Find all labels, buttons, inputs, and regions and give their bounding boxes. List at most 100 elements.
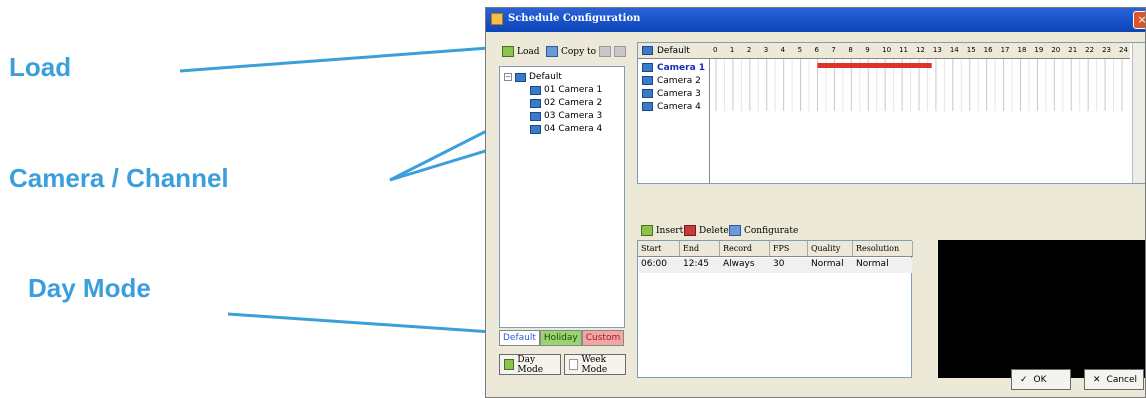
table-cell: Normal: [811, 259, 844, 269]
camera-tree[interactable]: − Default 01 Camera 1 02 Camera 2 03 Cam…: [499, 66, 625, 328]
schedule-header-label: Default: [657, 45, 690, 56]
delete-button[interactable]: Delete: [684, 225, 729, 236]
group-icon: [515, 72, 526, 82]
grid-icon: [642, 46, 653, 55]
week-mode-button[interactable]: Week Mode: [564, 354, 626, 375]
tree-item-label: 04 Camera 4: [544, 124, 603, 134]
schedule-bar[interactable]: [817, 63, 932, 68]
hour-tick-label: 12: [916, 46, 925, 54]
paste-button[interactable]: [599, 46, 611, 57]
camera-channel-callout: Camera / Channel: [9, 163, 229, 193]
load-icon: [502, 46, 514, 57]
time-grid[interactable]: [710, 59, 1130, 184]
week-mode-label: Week Mode: [581, 354, 608, 375]
hour-tick-label: 15: [966, 46, 976, 54]
tab-default[interactable]: Default: [499, 330, 540, 346]
column-header[interactable]: End Time: [680, 241, 720, 269]
schedule-camera-row[interactable]: Camera 3: [638, 87, 710, 100]
hour-tick-label: 2: [746, 46, 752, 54]
paste-icon: [599, 46, 611, 57]
collapse-icon[interactable]: −: [504, 73, 512, 81]
remove-button[interactable]: [614, 46, 626, 57]
tree-item-label: 02 Camera 2: [544, 98, 603, 108]
table-cell: 12:45: [683, 259, 709, 269]
hour-tick-label: 19: [1034, 46, 1044, 54]
hour-tick-label: 11: [899, 46, 908, 54]
schedule-grid[interactable]: Default Camera 1 Camera 2 Camera 3 Camer…: [637, 42, 1145, 184]
table-cell: 06:00: [641, 259, 667, 269]
hour-ruler: 0 1 2 3 4 5 6 7 8 9 10 11 12 13 14 15 16 17 18 19 20 21 22 23 24: [710, 43, 1130, 59]
cancel-button[interactable]: ✕ Cancel: [1084, 369, 1144, 390]
schedule-camera-row[interactable]: Camera 2: [638, 74, 710, 87]
column-header[interactable]: Quality: [808, 241, 853, 257]
load-callout: Load: [9, 52, 72, 82]
load-label: Load: [517, 46, 540, 57]
column-header[interactable]: Record: [720, 241, 770, 257]
hour-tick-label: 24: [1119, 46, 1128, 54]
table-cell: 30: [773, 259, 785, 269]
hour-tick-label: 20: [1051, 46, 1061, 54]
insert-icon: [641, 225, 653, 236]
tree-item-label: 03 Camera 3: [544, 111, 603, 121]
cancel-icon: ✕: [1093, 374, 1101, 385]
configure-icon: [729, 225, 741, 236]
hour-tick-label: 9: [865, 46, 870, 54]
tree-item-camera-4[interactable]: 04 Camera 4: [530, 124, 602, 134]
schedule-scrollbar[interactable]: [1132, 43, 1145, 183]
tree-item-camera-3[interactable]: 03 Camera 3: [530, 111, 602, 121]
camera-row-label: Camera 2: [657, 75, 701, 86]
camera-row-label: Camera 4: [657, 101, 701, 112]
day-mode-button[interactable]: Day Mode: [499, 354, 561, 375]
insert-button[interactable]: Insert: [641, 225, 683, 236]
tree-root[interactable]: − Default: [504, 72, 562, 82]
hour-tick-label: 23: [1102, 46, 1111, 54]
hour-tick-label: 18: [1017, 46, 1027, 54]
schedule-camera-row[interactable]: Camera 1: [638, 61, 710, 74]
schedule-camera-row[interactable]: Camera 4: [638, 100, 710, 113]
configure-button[interactable]: Configurate: [729, 225, 798, 236]
day-mode-callout: Day Mode: [28, 273, 151, 303]
cancel-label: Cancel: [1106, 374, 1138, 385]
camera-icon: [642, 63, 653, 72]
camera-icon: [642, 102, 653, 111]
camera-icon: [530, 124, 541, 134]
video-preview: [938, 240, 1145, 378]
schedule-entries-table[interactable]: Start Time End Time Record FPS Quality R…: [637, 240, 913, 378]
schedule-tabs: Default Holiday Custom: [499, 330, 625, 346]
column-header[interactable]: Resolution: [853, 241, 913, 257]
camera-icon: [530, 85, 541, 95]
hour-tick-label: 7: [831, 46, 836, 54]
tree-root-label: Default: [529, 72, 562, 82]
hour-tick-label: 1: [729, 46, 735, 54]
tree-item-camera-2[interactable]: 02 Camera 2: [530, 98, 602, 108]
column-header[interactable]: Start Time: [638, 241, 680, 269]
tab-custom[interactable]: Custom: [581, 330, 625, 346]
hour-tick-label: 16: [983, 46, 993, 54]
table-cell: Always: [723, 259, 755, 269]
tree-item-camera-1[interactable]: 01 Camera 1: [530, 85, 602, 95]
load-pointer-line: [179, 45, 503, 73]
hour-tick-label: 5: [797, 46, 803, 54]
delete-icon: [684, 225, 696, 236]
day-mode-label: Day Mode: [517, 354, 544, 375]
copy-to-button[interactable]: Copy to: [546, 46, 596, 57]
ok-button[interactable]: ✓ OK: [1011, 369, 1071, 390]
hour-tick-label: 22: [1085, 46, 1095, 54]
schedule-camera-list: Default Camera 1 Camera 2 Camera 3 Camer…: [638, 43, 710, 183]
hour-tick-label: 0: [713, 46, 718, 54]
camera-icon: [530, 111, 541, 121]
camera-icon: [642, 76, 653, 85]
insert-label: Insert: [656, 225, 684, 236]
schedule-header: Default: [638, 43, 710, 59]
day-mode-pointer-line: [227, 312, 493, 334]
load-button[interactable]: Load: [502, 46, 540, 57]
close-button[interactable]: ×: [1133, 11, 1145, 29]
column-header[interactable]: FPS: [770, 241, 808, 257]
hour-tick-label: 21: [1068, 46, 1078, 54]
schedule-configuration-window: Schedule Configuration × Load Copy to − …: [485, 7, 1146, 398]
hour-tick-label: 10: [882, 46, 892, 54]
camera-row-label: Camera 1: [657, 62, 706, 73]
tab-holiday[interactable]: Holiday: [539, 330, 582, 346]
window-title: Schedule Configuration: [508, 13, 641, 24]
copy-icon: [546, 46, 558, 57]
